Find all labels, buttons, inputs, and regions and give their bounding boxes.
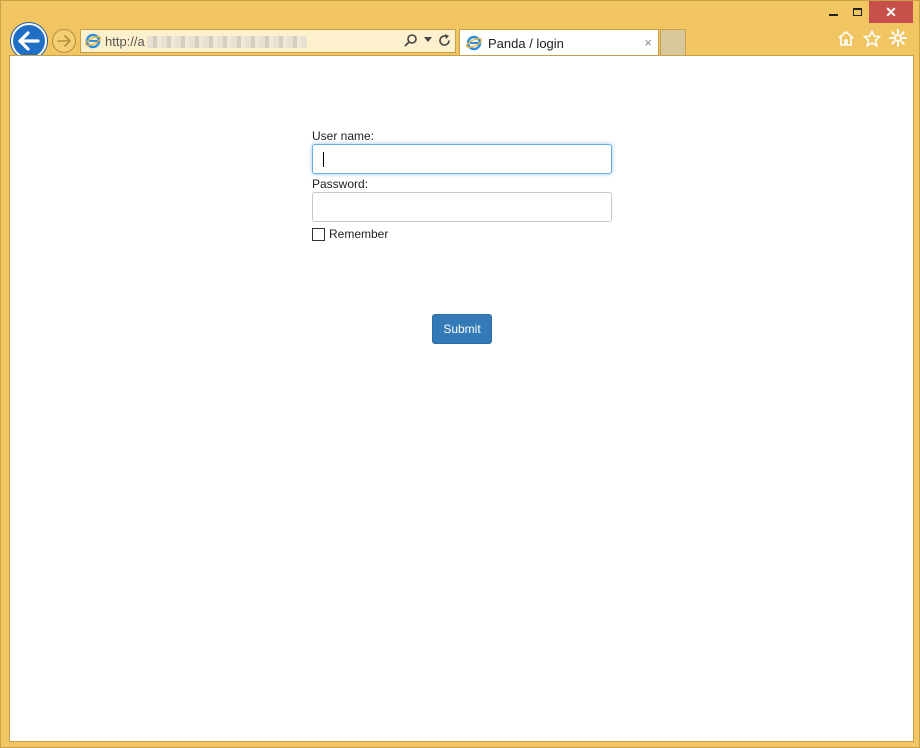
new-tab-button[interactable] [660, 29, 686, 55]
refresh-icon[interactable] [438, 33, 451, 47]
tab-title: Panda / login [488, 35, 564, 51]
ie-logo-icon [466, 35, 482, 51]
browser-window: ✕ http://a Panda / login × User name: Pa… [0, 0, 920, 748]
address-url: http://a [105, 34, 307, 49]
redacted-url [146, 36, 307, 49]
username-input[interactable] [312, 144, 612, 174]
address-bar[interactable]: http://a [80, 29, 456, 53]
maximize-button[interactable] [845, 1, 869, 23]
login-form: User name: Password: Remember Submit [312, 128, 612, 344]
text-cursor [323, 152, 324, 167]
minimize-icon [828, 14, 838, 16]
address-url-text: http://a [105, 33, 145, 49]
browser-toolbar-right [837, 29, 907, 47]
password-label: Password: [312, 177, 369, 191]
back-arrow-icon [18, 31, 40, 51]
page-content: User name: Password: Remember Submit [9, 55, 914, 742]
minimize-button[interactable] [821, 1, 845, 23]
forward-arrow-icon [57, 35, 71, 47]
password-input[interactable] [312, 192, 612, 222]
maximize-icon [852, 8, 862, 16]
username-label: User name: [312, 129, 375, 143]
back-button[interactable] [11, 23, 47, 59]
forward-button[interactable] [52, 29, 76, 53]
search-icon[interactable] [404, 33, 418, 47]
home-icon[interactable] [837, 30, 855, 47]
remember-row: Remember [312, 226, 612, 242]
settings-gear-icon[interactable] [889, 29, 907, 47]
favorites-star-icon[interactable] [863, 29, 881, 47]
remember-label[interactable]: Remember [329, 227, 388, 241]
remember-checkbox[interactable] [312, 227, 325, 241]
address-tools [404, 33, 451, 47]
submit-button[interactable]: Submit [432, 314, 492, 344]
close-window-button[interactable]: ✕ [869, 1, 913, 23]
ie-logo-icon [85, 33, 101, 49]
tab-panda-login[interactable]: Panda / login × [459, 29, 659, 56]
window-controls: ✕ [821, 1, 913, 23]
dropdown-arrow-icon[interactable] [424, 37, 432, 43]
close-tab-icon[interactable]: × [644, 35, 652, 50]
close-icon: ✕ [885, 3, 897, 20]
